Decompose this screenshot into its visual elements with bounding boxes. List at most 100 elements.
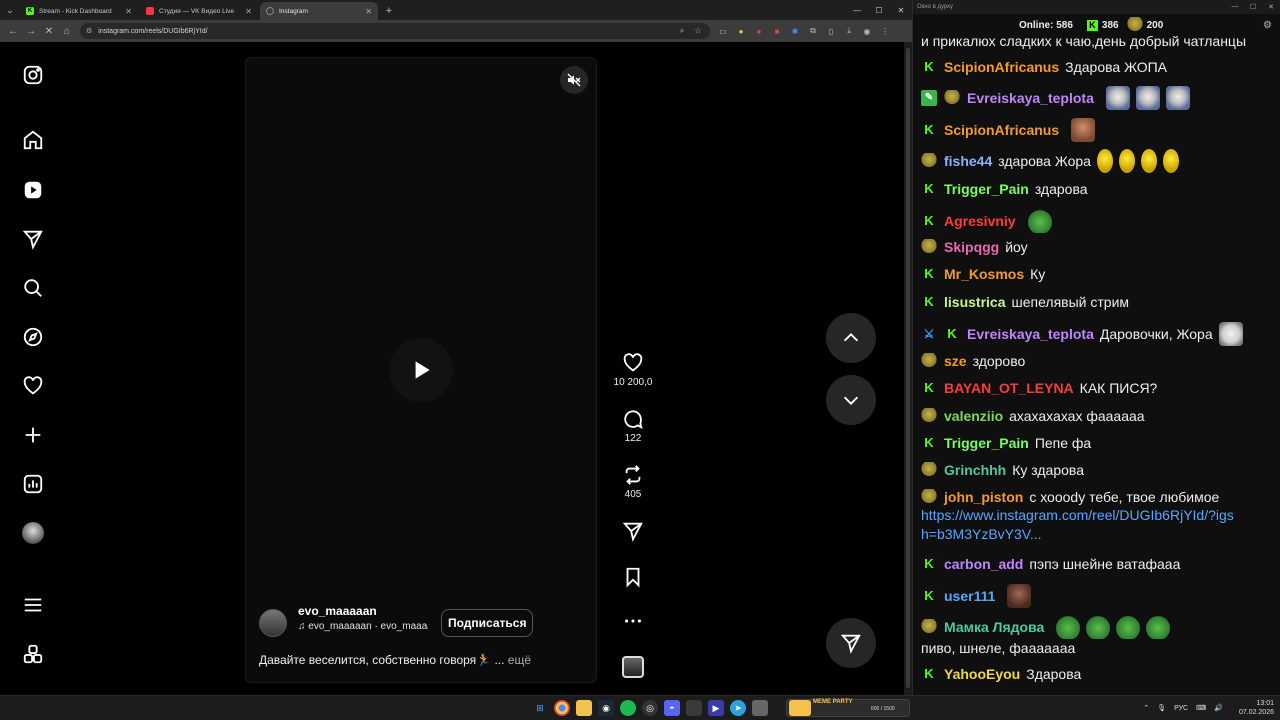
extension-icon[interactable]: ▭ [714,22,732,40]
tab-vk-studio[interactable]: Студия — VK Видео Live ✕ [140,2,258,20]
app-icon[interactable] [752,700,768,716]
maximize-button[interactable]: ☐ [1244,3,1262,11]
repost-icon[interactable] [622,464,644,486]
chat-username[interactable]: Agresivniy [944,212,1016,230]
chrome-icon[interactable] [554,700,570,716]
instagram-logo-icon[interactable] [20,62,46,88]
chat-username[interactable]: BAYAN_OT_LEYNA [944,379,1074,397]
forward-button[interactable]: → [22,22,40,40]
like-action[interactable]: 10 200,0 [610,352,656,388]
menu-kebab-icon[interactable]: ⋮ [876,22,894,40]
more-horizontal-icon[interactable] [622,610,644,632]
caption-more-link[interactable]: ещё [508,653,531,667]
search-icon[interactable] [20,275,46,301]
tab-kick-dashboard[interactable]: K Stream - Kick Dashboard ✕ [20,2,138,20]
address-bar[interactable]: ⚙ instagram.com/reels/DUGIb6RjYId/ ⌕ ☆ [80,23,710,39]
volume-icon[interactable]: 🔊 [1214,704,1223,712]
close-icon[interactable]: ✕ [125,7,132,16]
chat-link[interactable]: https://www.instagram.com/reel/DUGIb6RjY… [921,506,1241,544]
tab-search-icon[interactable]: ⌄ [0,0,20,20]
telegram-icon[interactable]: ➤ [730,700,746,716]
share-icon[interactable] [622,520,644,542]
close-window-button[interactable]: ✕ [1262,3,1280,11]
event-progress-widget[interactable]: MEME PARTY 600 / 1500 [786,699,910,717]
app-icon[interactable] [686,700,702,716]
maximize-button[interactable]: ☐ [868,0,890,20]
home-button[interactable]: ⌂ [58,22,76,40]
chat-username[interactable]: Mr_Kosmos [944,265,1024,283]
extension-icon[interactable]: ● [750,22,768,40]
extensions-puzzle-icon[interactable]: ⧉ [804,22,822,40]
comment-icon[interactable] [622,408,644,430]
reel-author[interactable]: evo_maaaaan ♫ evo_maaaaan · evo_maaaaan [259,604,428,637]
close-window-button[interactable]: ✕ [890,0,912,20]
chat-username[interactable]: ScipionAfricanus [944,58,1059,76]
profile-avatar[interactable] [20,520,46,546]
chat-username[interactable]: sze [944,352,967,370]
heart-icon[interactable] [622,352,644,374]
file-explorer-icon[interactable] [576,700,592,716]
chat-username[interactable]: john_piston [944,488,1023,506]
follow-button[interactable]: Подписаться [441,609,534,637]
tray-chevron-icon[interactable]: ⌃ [1143,704,1149,712]
back-button[interactable]: ← [4,22,22,40]
chat-username[interactable]: carbon_add [944,555,1023,573]
extension-icon[interactable]: ■ [768,22,786,40]
muted-speaker-icon[interactable] [560,66,588,94]
chat-username[interactable]: lisustrica [944,293,1005,311]
audio-thumbnail[interactable] [622,656,644,678]
minimize-button[interactable]: — [846,0,868,20]
chat-username[interactable]: Skipqgg [944,238,999,256]
chat-username[interactable]: YahooEyou [944,665,1020,683]
comment-action[interactable]: 122 [610,408,656,444]
next-reel-button[interactable] [826,375,876,425]
home-icon[interactable] [20,127,46,153]
create-plus-icon[interactable] [20,422,46,448]
chat-username[interactable]: Trigger_Pain [944,434,1029,452]
extension-icon[interactable]: ✱ [786,22,804,40]
minimize-button[interactable]: — [1226,3,1244,11]
obs-icon[interactable]: ◎ [642,700,658,716]
chat-username[interactable]: Grinchhh [944,461,1006,479]
explore-compass-icon[interactable] [20,324,46,350]
clock[interactable]: 13:01 07.02.2026 [1231,699,1274,717]
start-menu-icon[interactable]: ⊞ [532,700,548,716]
side-panel-icon[interactable]: ▯ [822,22,840,40]
microphone-icon[interactable]: 🎙 [1157,704,1166,712]
chat-username[interactable]: Trigger_Pain [944,180,1029,198]
extension-icon[interactable]: ● [732,22,750,40]
profile-icon[interactable]: ◉ [858,22,876,40]
bookmark-icon[interactable] [622,566,644,588]
page-scrollbar[interactable] [904,42,912,695]
network-icon[interactable]: ⌨ [1196,704,1206,712]
site-info-icon[interactable]: ⚙ [86,27,92,35]
notifications-heart-icon[interactable] [20,373,46,399]
also-from-meta-icon[interactable] [20,641,46,667]
reel-video-player[interactable]: evo_maaaaan ♫ evo_maaaaan · evo_maaaaan … [245,57,597,683]
stop-loading-button[interactable]: ✕ [40,22,58,40]
chat-username[interactable]: Evreiskaya_teplota [967,325,1094,343]
previous-reel-button[interactable] [826,313,876,363]
chat-username[interactable]: valenziio [944,407,1003,425]
tab-instagram[interactable]: Instagram ✕ [260,2,378,20]
language-indicator[interactable]: РУС [1174,705,1188,712]
steam-icon[interactable]: ◉ [598,700,614,716]
chat-username[interactable]: ScipionAfricanus [944,121,1059,139]
discord-icon[interactable]: ◓ [664,700,680,716]
messages-button[interactable] [826,618,876,668]
chat-username[interactable]: Evreiskaya_teplota [967,89,1094,107]
save-action[interactable] [610,566,656,588]
spotify-icon[interactable] [620,700,636,716]
close-icon[interactable]: ✕ [245,7,252,16]
chat-message-list[interactable]: и прикалюх сладких к чаю,день добрый чат… [919,36,1271,690]
media-player-icon[interactable]: ▶ [708,700,724,716]
bookmark-star-icon[interactable]: ☆ [690,26,706,36]
author-username[interactable]: evo_maaaaan [298,604,377,618]
zoom-icon[interactable]: ⌕ [674,26,690,36]
reel-audio-track[interactable]: ♫ evo_maaaaan · evo_maaaaan [298,621,428,632]
close-icon[interactable]: ✕ [365,7,372,16]
more-menu-icon[interactable] [20,592,46,618]
direct-messages-icon[interactable] [20,226,46,252]
more-options-action[interactable] [610,610,656,632]
share-action[interactable] [610,520,656,542]
